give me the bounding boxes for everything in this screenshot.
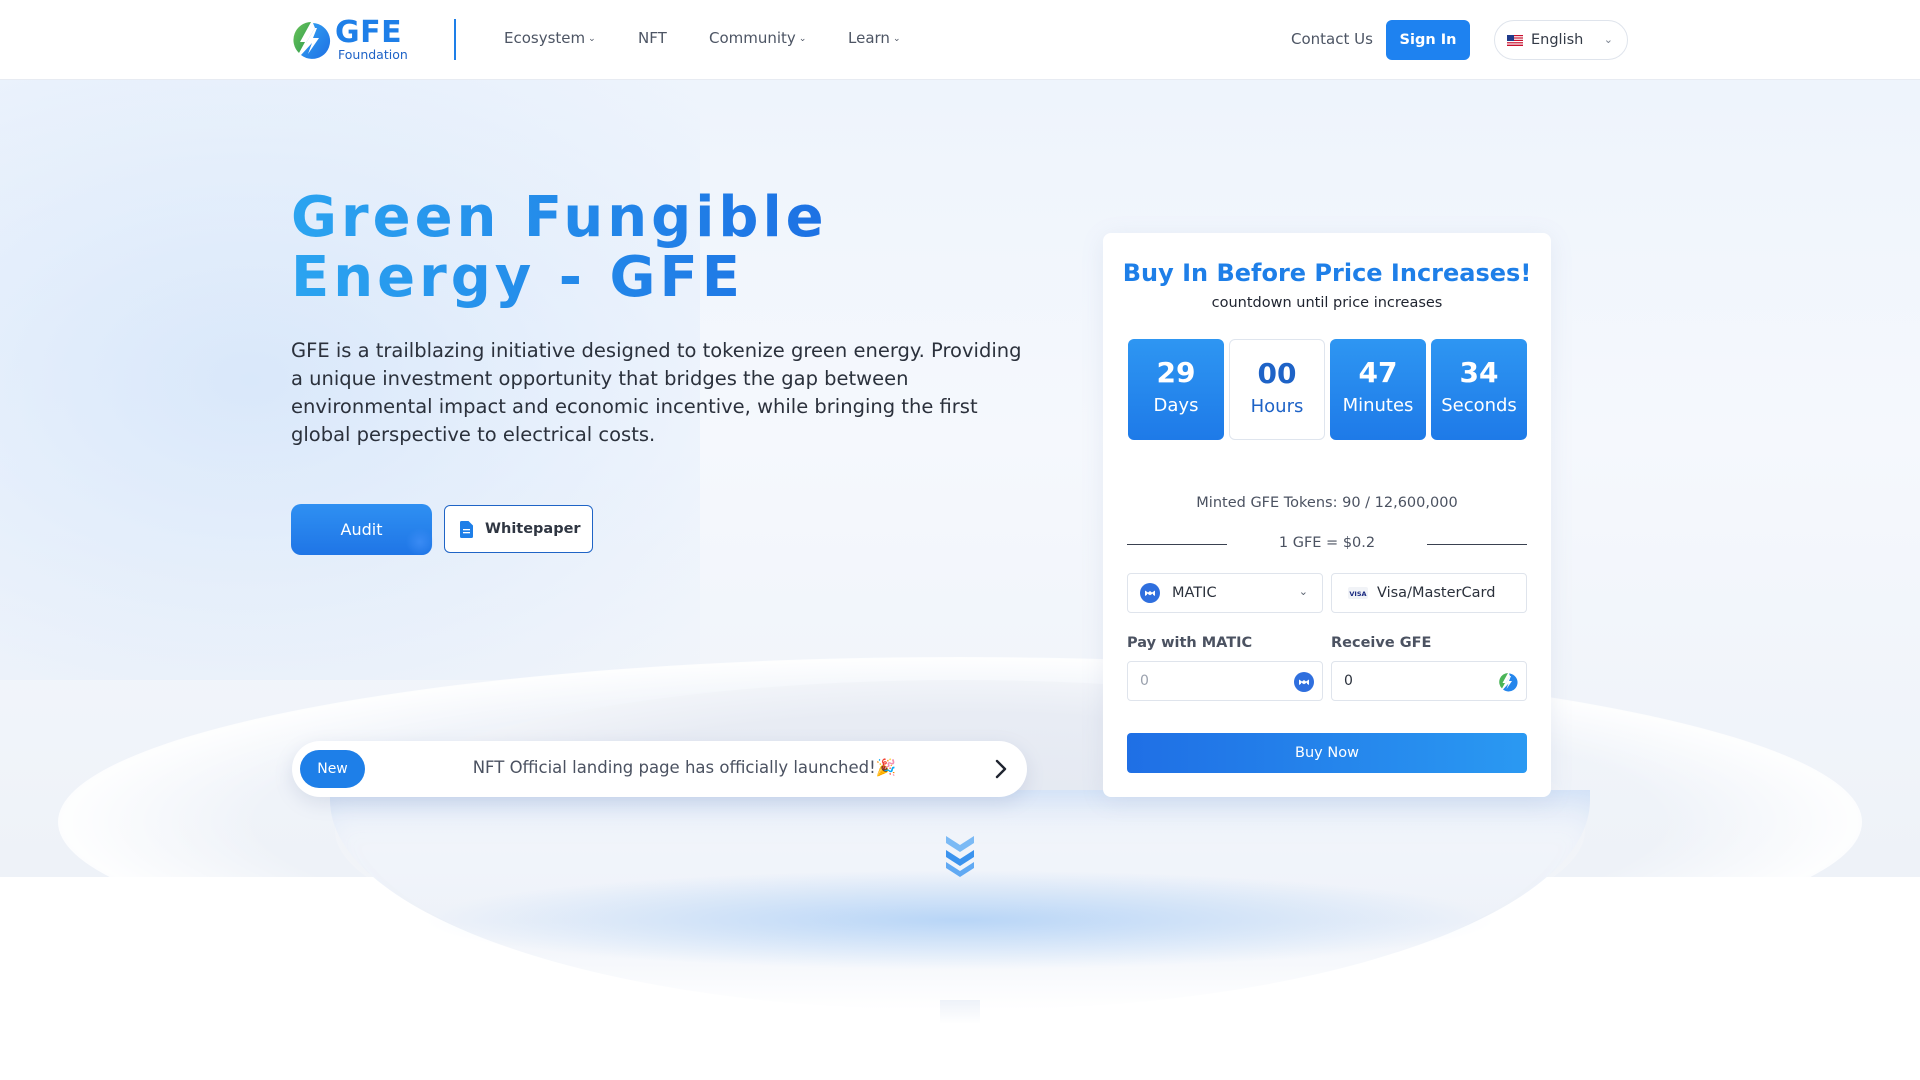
chevron-down-icon: ⌄: [1298, 585, 1308, 598]
double-chevron-down-icon[interactable]: [942, 832, 978, 878]
hero-title: Green Fungible Energy - GFE: [291, 188, 851, 308]
buy-card-subtitle: countdown until price increases: [1211, 295, 1443, 311]
pedestal-stem: [940, 1000, 980, 1024]
gfe-bolt-logo-icon: [293, 22, 331, 59]
language-label: English: [1531, 32, 1584, 48]
brand-tagline: Foundation: [338, 47, 408, 63]
buy-card-title: Buy In Before Price Increases!: [1122, 259, 1532, 287]
minted-tokens: Minted GFE Tokens: 90 / 12,600,000: [1196, 495, 1458, 511]
sign-in-button[interactable]: Sign In: [1386, 20, 1470, 60]
pay-label: Pay with MATIC: [1127, 635, 1253, 651]
nav-nft[interactable]: NFT: [638, 29, 667, 47]
header-divider: [454, 19, 456, 60]
brand-logo[interactable]: GFE Foundation: [291, 18, 408, 62]
brand-name: GFE: [335, 15, 403, 51]
countdown-minutes: 47 Minutes: [1330, 339, 1426, 440]
receive-amount-field[interactable]: [1331, 661, 1527, 701]
whitepaper-button[interactable]: Whitepaper: [444, 505, 593, 553]
document-icon: [460, 520, 473, 538]
buy-card: Buy In Before Price Increases! countdown…: [1103, 233, 1551, 797]
currency-selected: MATIC: [1172, 585, 1217, 601]
chevron-down-icon: ⌄: [1603, 33, 1613, 46]
us-flag-icon: [1507, 34, 1523, 46]
chevron-right-icon: [995, 759, 1007, 779]
language-selector[interactable]: English ⌄: [1494, 20, 1628, 60]
audit-glow: [406, 528, 434, 556]
announcement-text: NFT Official landing page has officially…: [472, 758, 897, 777]
rate-divider-right: [1427, 544, 1527, 545]
buy-now-button[interactable]: Buy Now: [1127, 733, 1527, 773]
exchange-rate: 1 GFE = $0.2: [1278, 535, 1376, 551]
announcement-bar[interactable]: New NFT Official landing page has offici…: [292, 741, 1027, 797]
nav-learn[interactable]: Learn ⌄: [848, 29, 900, 47]
card-option-label: Visa/MasterCard: [1377, 585, 1496, 601]
receive-label: Receive GFE: [1331, 635, 1432, 651]
chevron-down-icon: ⌄: [798, 34, 807, 44]
svg-text:VISA: VISA: [1349, 590, 1366, 598]
countdown-hours: 00 Hours: [1229, 339, 1325, 440]
whitepaper-label: Whitepaper: [485, 521, 581, 537]
nav-community[interactable]: Community ⌄: [709, 29, 806, 47]
gfe-bolt-logo-icon: [1499, 673, 1518, 692]
matic-icon: [1140, 583, 1160, 603]
site-header: GFE Foundation Ecosystem ⌄ NFT Community…: [0, 0, 1920, 80]
countdown-seconds: 34 Seconds: [1431, 339, 1527, 440]
card-payment-option[interactable]: VISA Visa/MasterCard: [1331, 573, 1527, 613]
new-badge: New: [300, 750, 365, 788]
chevron-down-icon: ⌄: [892, 34, 901, 44]
hero-description: GFE is a trailblazing initiative designe…: [291, 339, 1022, 446]
pedestal-glow: [420, 870, 1500, 970]
chevron-down-icon: ⌄: [588, 34, 596, 44]
pay-amount-field[interactable]: [1127, 661, 1323, 701]
contact-us-link[interactable]: Contact Us: [1291, 30, 1373, 48]
currency-select[interactable]: MATIC ⌄: [1127, 573, 1323, 613]
countdown-days: 29 Days: [1128, 339, 1224, 440]
receive-amount-input[interactable]: [1344, 662, 1484, 700]
visa-icon: VISA: [1348, 587, 1368, 599]
nav-ecosystem[interactable]: Ecosystem ⌄: [504, 29, 596, 47]
pay-amount-input[interactable]: [1140, 662, 1280, 700]
matic-icon: [1294, 672, 1314, 692]
